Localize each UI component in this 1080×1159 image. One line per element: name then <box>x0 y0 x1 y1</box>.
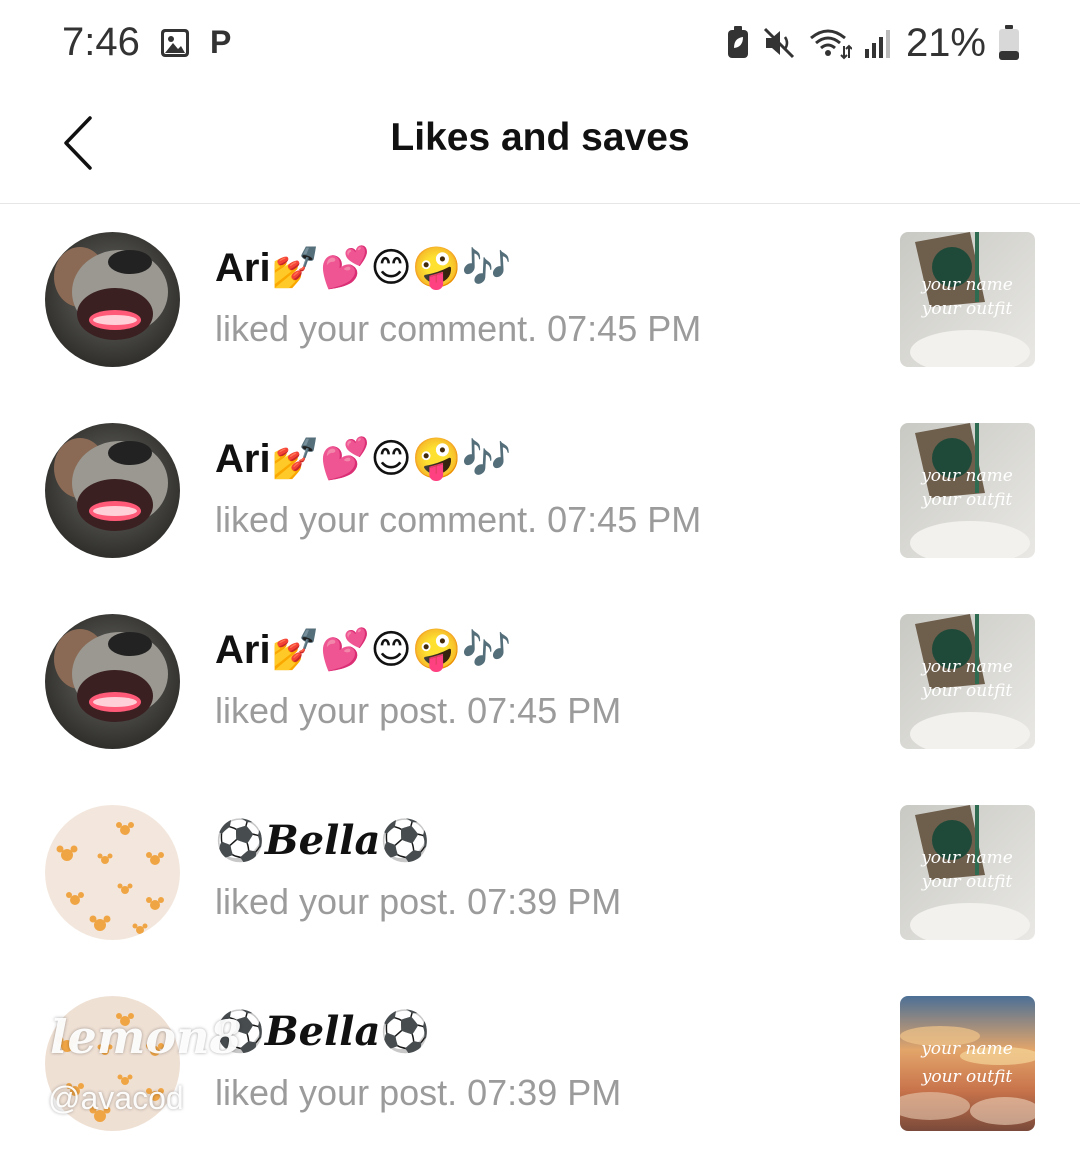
thumbnail-caption-line1: your name <box>920 275 1013 295</box>
avatar[interactable] <box>45 996 180 1131</box>
username-emojis: 💅💕😊🤪🎶 <box>270 628 512 672</box>
list-item[interactable]: Ari💅💕😊🤪🎶 liked your post. 07:45 PM your … <box>0 586 1080 777</box>
signal-icon <box>864 30 890 58</box>
post-thumbnail[interactable]: your name your outfit <box>900 805 1035 940</box>
wifi-icon <box>809 29 852 60</box>
cup-thumbnail-image: your name your outfit <box>900 805 1035 940</box>
thumbnail-caption-line1: your name <box>920 657 1013 677</box>
notification-text: liked your post. 07:39 PM <box>215 881 622 922</box>
username[interactable]: Ari💅💕😊🤪🎶 <box>215 626 512 673</box>
thumbnail-caption-line2: your outfit <box>921 1067 1013 1087</box>
username-text: Bella <box>264 817 381 864</box>
gallery-icon <box>161 29 189 57</box>
dog-avatar-image <box>45 232 180 367</box>
soccer-ball-emoji: ⚽ <box>380 819 431 863</box>
status-time: 7:46 <box>62 20 140 64</box>
username-text: Bella <box>264 1008 381 1055</box>
battery-percent: 21% <box>905 20 986 65</box>
battery-saver-icon <box>727 26 748 58</box>
post-thumbnail[interactable]: your name your outfit <box>900 996 1035 1131</box>
notification-text: liked your post. 07:45 PM <box>215 690 622 731</box>
avatar[interactable] <box>45 614 180 749</box>
list-item[interactable]: Ari💅💕😊🤪🎶 liked your comment. 07:45 PM yo… <box>0 204 1080 395</box>
notification-text: liked your post. 07:39 PM <box>215 1072 622 1113</box>
notification-text: liked your comment. 07:45 PM <box>215 499 702 540</box>
avatar[interactable] <box>45 805 180 940</box>
status-icons: 21% <box>726 20 1020 66</box>
list-item[interactable]: ⚽Bella⚽ liked your post. 07:39 PM your n… <box>0 777 1080 968</box>
thumbnail-caption-line1: your name <box>920 466 1013 486</box>
soccer-ball-emoji: ⚽ <box>215 819 265 863</box>
cup-thumbnail-image: your name your outfit <box>900 614 1035 749</box>
notification-list: Ari💅💕😊🤪🎶 liked your comment. 07:45 PM yo… <box>0 204 1080 1159</box>
status-bar: 7:46 P 21% <box>0 0 1080 90</box>
thumbnail-caption-line2: your outfit <box>921 299 1013 319</box>
username-emojis: 💅💕😊🤪🎶 <box>270 246 512 290</box>
notification-letter: P <box>210 24 232 60</box>
list-item[interactable]: ⚽Bella⚽ liked your post. 07:39 PM your n… <box>0 968 1080 1159</box>
cup-thumbnail-image: your name your outfit <box>900 232 1035 367</box>
username-text: Ari <box>215 628 271 672</box>
thumbnail-caption-line2: your outfit <box>921 681 1013 701</box>
soccer-ball-emoji: ⚽ <box>380 1010 431 1054</box>
post-thumbnail[interactable]: your name your outfit <box>900 232 1035 367</box>
username[interactable]: ⚽Bella⚽ <box>215 817 430 864</box>
post-thumbnail[interactable]: your name your outfit <box>900 614 1035 749</box>
notification-text: liked your comment. 07:45 PM <box>215 308 702 349</box>
username-text: Ari <box>215 437 271 481</box>
mouse-pattern-avatar-image <box>45 996 180 1131</box>
thumbnail-caption-line1: your name <box>920 1039 1013 1059</box>
sunset-thumbnail-image: your name your outfit <box>900 996 1035 1131</box>
post-thumbnail[interactable]: your name your outfit <box>900 423 1035 558</box>
avatar[interactable] <box>45 232 180 367</box>
thumbnail-caption-line2: your outfit <box>921 490 1013 510</box>
username[interactable]: Ari💅💕😊🤪🎶 <box>215 244 512 291</box>
list-item[interactable]: Ari💅💕😊🤪🎶 liked your comment. 07:45 PM yo… <box>0 395 1080 586</box>
username-text: Ari <box>215 246 271 290</box>
dog-avatar-image <box>45 423 180 558</box>
soccer-ball-emoji: ⚽ <box>215 1010 265 1054</box>
username-emojis: 💅💕😊🤪🎶 <box>270 437 512 481</box>
username[interactable]: ⚽Bella⚽ <box>215 1008 430 1055</box>
thumbnail-caption-line2: your outfit <box>921 872 1013 892</box>
username[interactable]: Ari💅💕😊🤪🎶 <box>215 435 512 482</box>
thumbnail-caption-line1: your name <box>920 848 1013 868</box>
mute-icon <box>763 27 794 59</box>
avatar[interactable] <box>45 423 180 558</box>
mouse-pattern-avatar-image <box>45 805 180 940</box>
cup-thumbnail-image: your name your outfit <box>900 423 1035 558</box>
battery-icon <box>999 25 1019 60</box>
header: Likes and saves <box>0 90 1080 204</box>
dog-avatar-image <box>45 614 180 749</box>
page-title: Likes and saves <box>390 116 690 159</box>
